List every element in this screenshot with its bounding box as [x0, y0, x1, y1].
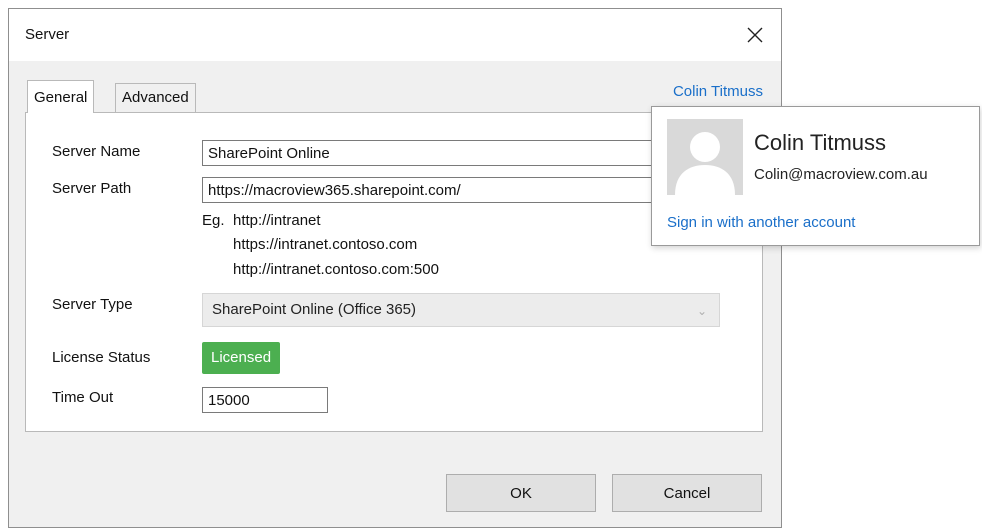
account-name: Colin Titmuss	[754, 130, 887, 155]
example-url-3: http://intranet.contoso.com:500	[233, 261, 439, 278]
title-bar: Server	[9, 9, 781, 61]
time-out-input[interactable]	[202, 387, 328, 413]
window-title: Server	[25, 26, 70, 43]
server-dialog: Server General Advanced Colin Titmuss Se…	[8, 8, 782, 528]
tab-general-label: General	[34, 89, 88, 106]
account-popup: Colin Titmuss Colin@macroview.com.au Sig…	[651, 106, 980, 246]
user-silhouette-icon	[667, 119, 743, 195]
close-button[interactable]	[739, 19, 771, 51]
tab-advanced[interactable]: Advanced	[115, 83, 196, 113]
chevron-down-icon: ⌄	[696, 304, 707, 318]
license-status-label: License Status	[52, 349, 151, 366]
server-type-select[interactable]: SharePoint Online (Office 365) ⌄	[202, 293, 720, 327]
account-email: Colin@macroview.com.au	[754, 166, 928, 183]
license-status-badge: Licensed	[202, 342, 281, 374]
example-url-1: http://intranet	[233, 212, 321, 229]
server-name-label: Server Name	[52, 143, 141, 160]
cancel-button[interactable]: Cancel	[612, 474, 762, 512]
tab-advanced-label: Advanced	[122, 89, 189, 106]
close-icon	[747, 27, 763, 43]
example-url-2: https://intranet.contoso.com	[233, 236, 418, 253]
tab-general[interactable]: General	[27, 80, 95, 113]
server-type-value: SharePoint Online (Office 365)	[212, 301, 417, 318]
time-out-label: Time Out	[52, 389, 114, 406]
sign-in-another-account-link[interactable]: Sign in with another account	[667, 214, 855, 231]
server-path-label: Server Path	[52, 180, 132, 197]
ok-button[interactable]: OK	[446, 474, 596, 512]
account-link[interactable]: Colin Titmuss	[673, 83, 763, 100]
example-prefix: Eg.	[202, 212, 225, 229]
server-type-label: Server Type	[52, 296, 133, 313]
